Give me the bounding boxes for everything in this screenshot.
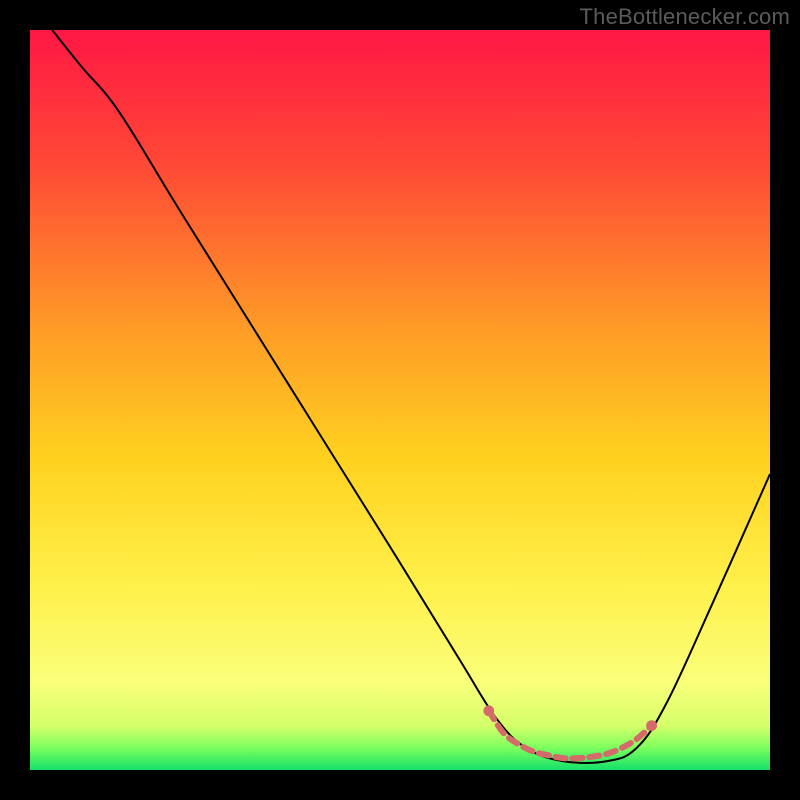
gradient-background	[30, 30, 770, 770]
chart-frame: TheBottlenecker.com	[0, 0, 800, 800]
bottleneck-chart	[30, 30, 770, 770]
watermark-label: TheBottlenecker.com	[580, 4, 790, 30]
